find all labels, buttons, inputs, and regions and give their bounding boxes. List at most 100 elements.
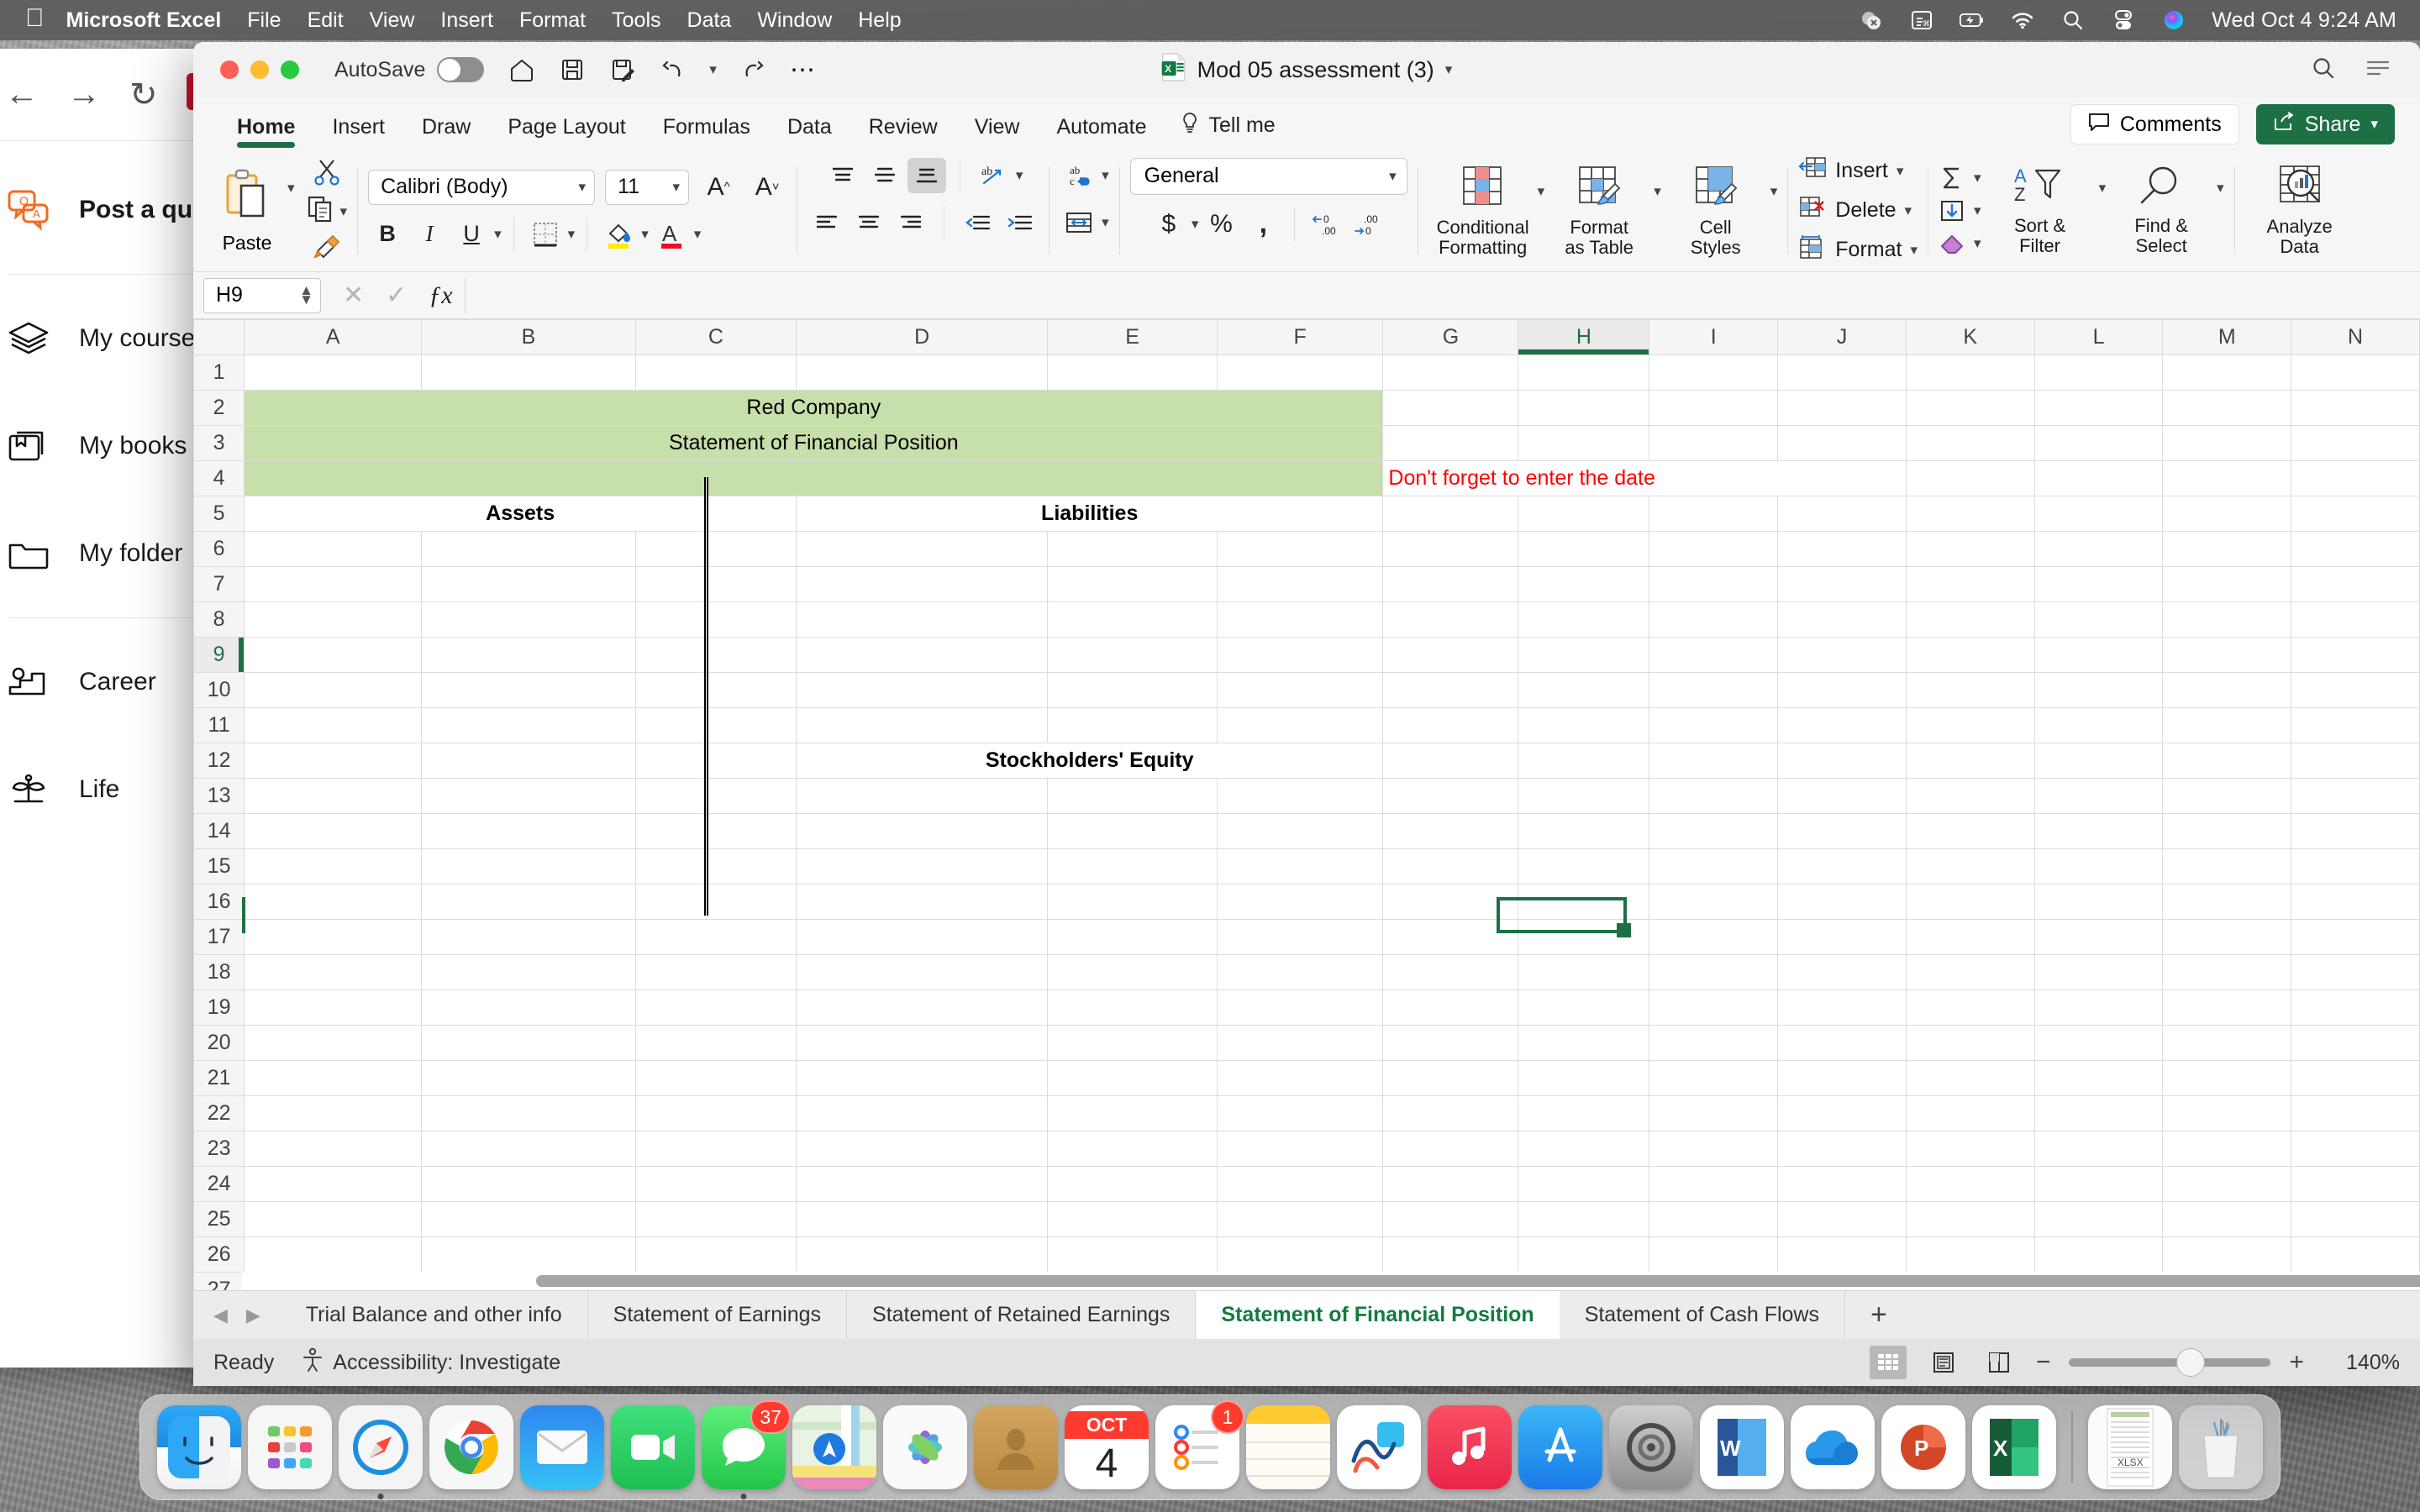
cell-m12[interactable] (2162, 743, 2292, 779)
clear-dropdown-icon[interactable]: ▾ (1974, 235, 1981, 252)
cell-n15[interactable] (2291, 848, 2420, 885)
page-layout-view-icon[interactable] (1925, 1346, 1962, 1379)
cell-m20[interactable] (2162, 1025, 2292, 1061)
cell-b24[interactable] (421, 1166, 636, 1202)
increase-font-size-button[interactable]: A ^ (699, 170, 738, 205)
cell-a16[interactable] (244, 884, 423, 920)
align-right-button[interactable] (892, 205, 930, 240)
cell-k10[interactable] (1905, 672, 2035, 708)
fill-color-button[interactable] (599, 217, 638, 252)
row-header-20[interactable]: 20 (193, 1025, 245, 1061)
minimize-window-button[interactable] (250, 60, 269, 79)
cell-i20[interactable] (1649, 1025, 1779, 1061)
cell-d25[interactable] (796, 1201, 1049, 1237)
cell-n19[interactable] (2291, 990, 2420, 1026)
cell-a17[interactable] (244, 919, 423, 955)
title-bar-right-controls[interactable] (2311, 55, 2403, 85)
font-name-select[interactable]: Calibri (Body) ▾ (368, 169, 596, 205)
column-header-b[interactable]: B (421, 319, 636, 355)
do-not-disturb-icon[interactable] (1859, 8, 1884, 32)
cell-h25[interactable] (1518, 1201, 1650, 1237)
cell-h3[interactable] (1518, 425, 1650, 461)
conditional-formatting-dropdown-icon[interactable]: ▾ (1538, 183, 1545, 200)
cell-m3[interactable] (2162, 425, 2292, 461)
mac-dock[interactable]: 37 OCT 4 1 W P X XLSX (139, 1394, 2281, 1500)
cell-e14[interactable] (1047, 813, 1218, 849)
cell-n5[interactable] (2291, 496, 2420, 532)
cell-g5[interactable] (1382, 496, 1519, 532)
cell-l15[interactable] (2033, 848, 2164, 885)
close-window-button[interactable] (220, 60, 239, 79)
cell-f14[interactable] (1216, 813, 1384, 849)
cell-b17[interactable] (421, 919, 636, 955)
cell-l2[interactable] (2033, 390, 2164, 426)
cell-c20[interactable] (634, 1025, 797, 1061)
cell-h2[interactable] (1518, 390, 1650, 426)
cell-l20[interactable] (2033, 1025, 2164, 1061)
ribbon-home-toolbar[interactable]: Paste ▾ ▾ Calibri (Body) ▾ 11 ▾ A ^ A ˅ … (193, 150, 2420, 272)
cell-h19[interactable] (1518, 990, 1650, 1026)
find-select-dropdown-icon[interactable]: ▾ (2217, 180, 2224, 197)
cell-e6[interactable] (1047, 531, 1218, 567)
cell-c13[interactable] (634, 778, 797, 814)
increase-decimal-button[interactable]: .00 0 (1349, 207, 1387, 242)
tab-page-layout[interactable]: Page Layout (489, 115, 644, 150)
cell-g2[interactable] (1382, 390, 1519, 426)
cell-c16[interactable] (634, 884, 797, 920)
ribbon-right-actions[interactable]: Comments Share ▾ (2070, 104, 2395, 150)
cell-l23[interactable] (2033, 1131, 2164, 1167)
cell-e11[interactable] (1047, 707, 1218, 743)
cell-j24[interactable] (1777, 1166, 1907, 1202)
cell-a10[interactable] (244, 672, 423, 708)
cell-e15[interactable] (1047, 848, 1218, 885)
cell-l19[interactable] (2033, 990, 2164, 1026)
cell-a2-company-title[interactable]: Red Company (244, 390, 1384, 426)
tab-automate[interactable]: Automate (1038, 115, 1165, 150)
cell-b9[interactable] (421, 637, 636, 673)
cell-d8[interactable] (796, 601, 1049, 638)
cell-e18[interactable] (1047, 954, 1218, 990)
font-color-dropdown-icon[interactable]: ▾ (694, 226, 702, 243)
cell-g12[interactable] (1382, 743, 1519, 779)
conditional-formatting-button[interactable]: Conditional Formatting (1428, 162, 1538, 259)
cell-n8[interactable] (2291, 601, 2420, 638)
increase-indent-button[interactable] (1000, 205, 1039, 240)
cell-b21[interactable] (421, 1060, 636, 1096)
cancel-icon[interactable]: ✕ (343, 281, 364, 310)
dock-app-safari[interactable] (339, 1405, 423, 1499)
cell-m5[interactable] (2162, 496, 2292, 532)
cell-f7[interactable] (1216, 566, 1384, 602)
cell-i1[interactable] (1649, 354, 1779, 391)
cell-n4[interactable] (2291, 460, 2420, 496)
cell-j15[interactable] (1777, 848, 1907, 885)
spotlight-search-icon[interactable] (2060, 8, 2086, 32)
cell-h10[interactable] (1518, 672, 1650, 708)
cell-m11[interactable] (2162, 707, 2292, 743)
cell-liabilities-header[interactable]: Liabilities (796, 496, 1384, 532)
decrease-font-size-button[interactable]: A ˅ (748, 170, 786, 205)
cell-b7[interactable] (421, 566, 636, 602)
cell-j10[interactable] (1777, 672, 1907, 708)
borders-button[interactable] (526, 217, 565, 252)
orientation-dropdown-icon[interactable]: ▾ (1016, 167, 1023, 184)
tab-formulas[interactable]: Formulas (644, 115, 769, 150)
wrap-text-button[interactable]: ab c (1060, 158, 1098, 193)
cell-g15[interactable] (1382, 848, 1519, 885)
cell-k22[interactable] (1905, 1095, 2035, 1131)
fill-dropdown-icon[interactable]: ▾ (1974, 202, 1981, 219)
ribbon-tab-bar[interactable]: Home Insert Draw Page Layout Formulas Da… (193, 97, 2420, 150)
dock-app-app-store[interactable] (1518, 1405, 1602, 1489)
cell-k6[interactable] (1905, 531, 2035, 567)
browser-forward-icon[interactable]: → (67, 76, 101, 113)
cell-n1[interactable] (2291, 354, 2420, 391)
cell-i12[interactable] (1649, 743, 1779, 779)
cell-k16[interactable] (1905, 884, 2035, 920)
cell-k19[interactable] (1905, 990, 2035, 1026)
cell-j3[interactable] (1777, 425, 1907, 461)
cell-k23[interactable] (1905, 1131, 2035, 1167)
cell-b18[interactable] (421, 954, 636, 990)
normal-view-icon[interactable] (1869, 1346, 1907, 1379)
menu-item-window[interactable]: Window (757, 8, 832, 33)
format-dropdown-icon[interactable]: ▾ (1910, 242, 1918, 259)
cell-k14[interactable] (1905, 813, 2035, 849)
